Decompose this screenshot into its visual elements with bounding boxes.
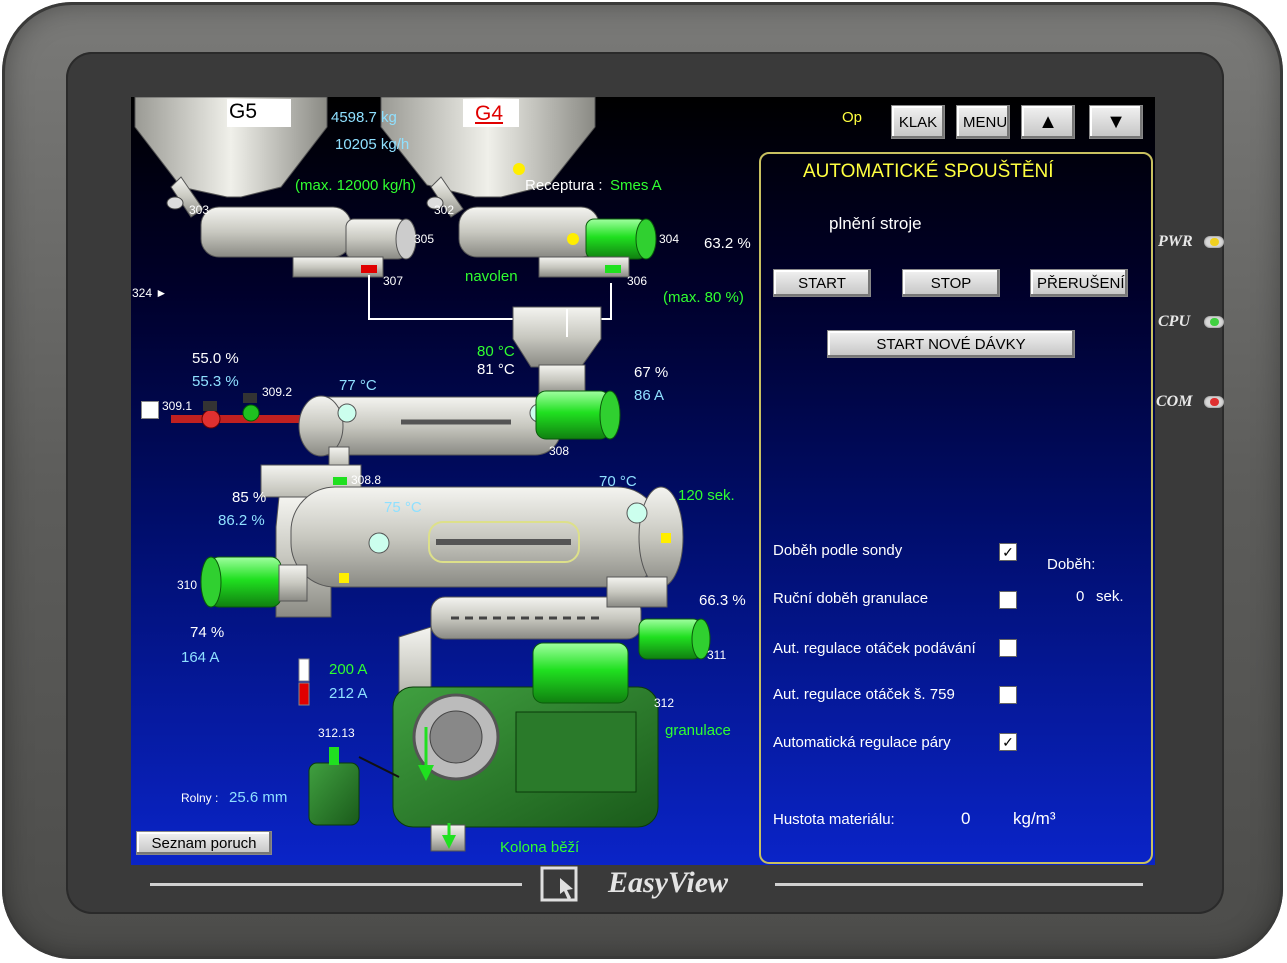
tag-309-1: 309.1 <box>162 399 193 413</box>
feeder-percent: 63.2 % <box>704 235 751 252</box>
option-manual-run-label: Ruční doběh granulace <box>773 590 929 607</box>
cond1-temp-set: 80 °C <box>477 343 515 360</box>
silo-max-flow: (max. 12000 kg/h) <box>295 177 416 194</box>
press-feeder-pct: 66.3 % <box>699 592 746 609</box>
cond2-pct-act: 86.2 % <box>218 512 265 529</box>
cond1-pct-set: 55.0 % <box>192 350 239 367</box>
fault-list-button[interactable]: Seznam poruch <box>136 831 272 855</box>
recipe-value: Smes A <box>610 177 662 194</box>
silo-g4-label[interactable]: G4 <box>475 102 503 126</box>
tag-309-2: 309.2 <box>262 385 293 399</box>
density-label: Hustota materiálu: <box>773 811 895 828</box>
feeder-max: (max. 80 %) <box>663 289 744 306</box>
com-led-label: COM <box>1156 393 1193 410</box>
stop-button[interactable]: STOP <box>902 269 1000 297</box>
press-amp-set: 200 A <box>329 661 368 678</box>
press-amp-act: 212 A <box>329 685 368 702</box>
interrupt-button[interactable]: PŘERUŠENÍ <box>1030 269 1128 297</box>
silo-flow: 10205 kg/h <box>335 136 410 153</box>
tag-308-8: 308.8 <box>351 473 382 487</box>
page-down-button[interactable]: ▼ <box>1089 105 1143 139</box>
option-screw-speed-checkbox[interactable] <box>999 686 1017 704</box>
page-up-button[interactable]: ▲ <box>1021 105 1075 139</box>
cond1-motor-amp: 86 A <box>634 387 665 404</box>
tag-306: 306 <box>627 274 648 288</box>
cond2-body-temp: 75 °C <box>384 499 422 516</box>
panel-state: plnění stroje <box>829 214 922 233</box>
run-time-label: Doběh: <box>1047 556 1096 573</box>
option-steam-label: Automatická regulace páry <box>773 734 951 751</box>
com-led <box>1204 396 1224 408</box>
menu-button[interactable]: MENU <box>956 105 1010 139</box>
tag-311: 311 <box>707 648 727 662</box>
density-value: 0 <box>961 809 971 828</box>
tag-310: 310 <box>177 578 198 592</box>
cond1-temp-act: 81 °C <box>477 361 515 378</box>
density-unit: kg/m³ <box>1013 809 1056 828</box>
cond2-time: 120 sek. <box>678 487 735 504</box>
brand-name: EasyView <box>608 866 729 899</box>
start-button[interactable]: START <box>773 269 871 297</box>
tag-307: 307 <box>383 274 404 288</box>
option-feed-speed-checkbox[interactable] <box>999 639 1017 657</box>
option-screw-speed-label: Aut. regulace otáček š. 759 <box>773 686 955 703</box>
tag-308: 308 <box>549 444 570 458</box>
hmi-screen: G5 G4 4598.7 kg 10205 kg/h (max. 12000 k… <box>131 97 1155 865</box>
silo-weight: 4598.7 kg <box>331 109 397 126</box>
tag-312-13: 312.13 <box>318 726 355 740</box>
cond2-pct-set: 85 % <box>232 489 267 506</box>
option-steam-checkbox[interactable]: ✓ <box>999 733 1017 751</box>
cond1-pct-act: 55.3 % <box>192 373 239 390</box>
cond2-motor-pct: 74 % <box>190 624 225 641</box>
panel-title: AUTOMATICKÉ SPOUŠTĚNÍ <box>803 161 1054 182</box>
pwr-led <box>1204 236 1224 248</box>
tag-303: 303 <box>189 203 210 217</box>
cond2-end-temp: 70 °C <box>599 473 637 490</box>
operator-label: Op <box>842 109 863 126</box>
run-time-unit: sek. <box>1096 588 1124 605</box>
klak-button[interactable]: KLAK <box>891 105 945 139</box>
cpu-led <box>1204 316 1224 328</box>
option-probe-run-checkbox[interactable]: ✓ <box>999 543 1017 561</box>
pwr-led-label: PWR <box>1158 233 1193 250</box>
valve-309-1-checkbox[interactable] <box>141 401 159 419</box>
cond1-body-temp: 77 °C <box>339 377 377 394</box>
tag-302: 302 <box>434 203 455 217</box>
feeder-selected-label: navolen <box>465 268 518 285</box>
cpu-led-label: CPU <box>1158 313 1190 330</box>
tag-324[interactable]: 324 ► <box>132 286 167 300</box>
tag-304: 304 <box>659 232 680 246</box>
line-status: Kolona běží <box>500 839 580 856</box>
easyview-logo-icon <box>540 864 584 904</box>
new-batch-button[interactable]: START NOVÉ DÁVKY <box>827 330 1075 358</box>
press-label: granulace <box>665 722 731 739</box>
brand-line-right <box>775 883 1143 886</box>
option-manual-run-checkbox[interactable] <box>999 591 1017 609</box>
run-time-value: 0 <box>1076 588 1085 605</box>
recipe-label: Receptura : <box>525 177 603 194</box>
rolls-value: 25.6 mm <box>229 789 288 806</box>
tag-312: 312 <box>654 696 675 710</box>
rolls-label: Rolny : <box>181 791 219 805</box>
silo-g5-label: G5 <box>229 100 258 123</box>
tag-305: 305 <box>414 232 435 246</box>
cond1-motor-pct: 67 % <box>634 364 669 381</box>
brand-line-left <box>150 883 522 886</box>
cond2-motor-amp: 164 A <box>181 649 220 666</box>
option-probe-run-label: Doběh podle sondy <box>773 542 903 559</box>
option-feed-speed-label: Aut. regulace otáček podávání <box>773 640 976 657</box>
auto-start-panel: AUTOMATICKÉ SPOUŠTĚNÍ plnění stroje STAR… <box>759 152 1153 864</box>
